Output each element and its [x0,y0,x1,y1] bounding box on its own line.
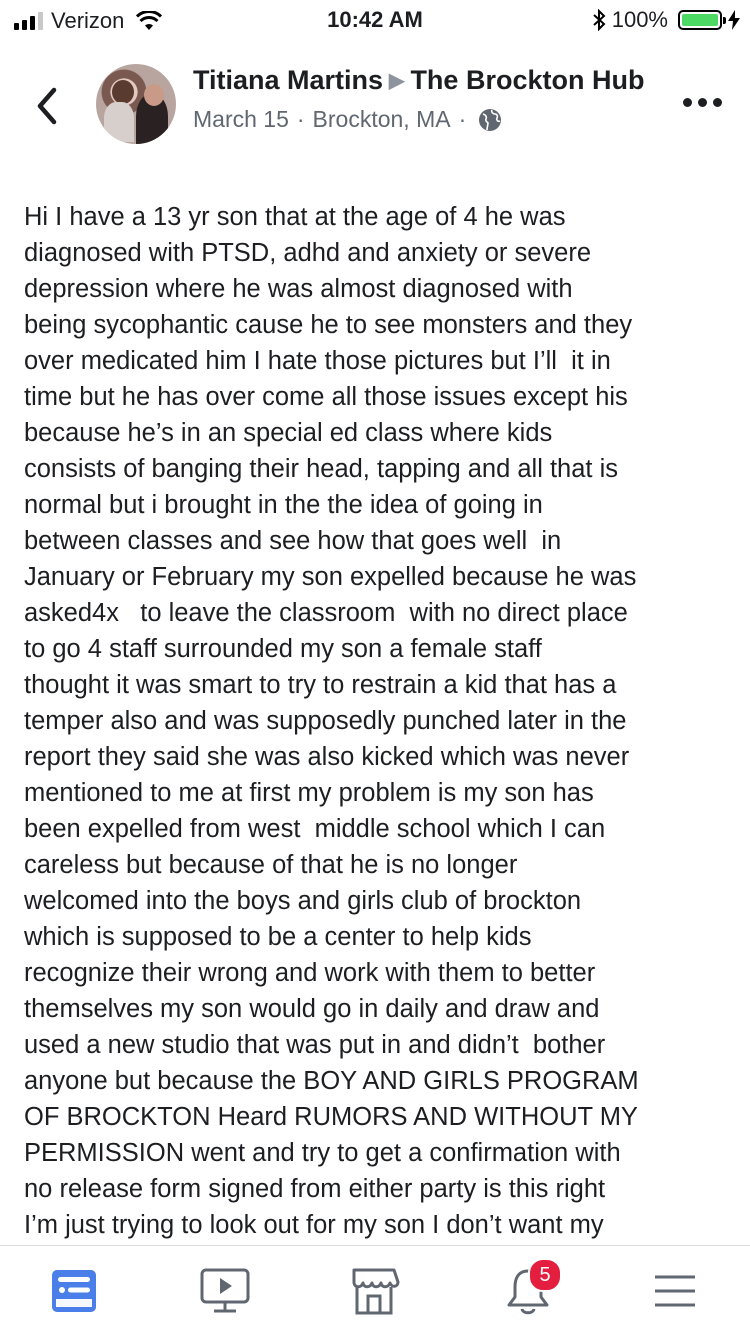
avatar[interactable] [96,64,176,144]
tab-watch[interactable] [195,1264,255,1318]
separator: · [296,106,305,132]
bottom-tab-bar: 5 [0,1245,750,1335]
battery-icon [678,10,726,30]
news-feed-icon [52,1270,96,1312]
battery-percent: 100% [611,7,668,32]
tab-menu[interactable] [645,1264,705,1318]
tab-news-feed[interactable] [44,1264,104,1318]
post-title: Titiana Martins ▶ The Brockton Hub [193,63,663,100]
notification-count-badge: 5 [528,1258,562,1292]
post-header: Titiana Martins ▶ The Brockton Hub March 1… [0,40,750,190]
separator: · [458,106,467,132]
status-right: 100% [592,7,740,33]
status-bar: Verizon 10:42 AM 100% [0,0,750,40]
marketplace-icon [352,1268,400,1315]
post-text: Hi I have a 13 yr son that at the age of… [24,203,639,1239]
charging-bolt-icon [728,10,740,30]
post-meta: March 15 · Brockton, MA · [193,106,663,133]
post-date[interactable]: March 15 [193,106,289,133]
watch-video-icon [200,1268,250,1313]
arrow-right-icon: ▶ [389,70,405,92]
author-name[interactable]: Titiana Martins [193,65,383,95]
more-options-button[interactable] [683,98,722,107]
post-title-block: Titiana Martins ▶ The Brockton Hub March 1… [193,63,663,133]
group-name[interactable]: The Brockton Hub [410,65,644,95]
back-button[interactable] [28,86,68,126]
post-location[interactable]: Brockton, MA [313,106,451,133]
bluetooth-icon [593,9,606,31]
globe-icon [479,108,502,131]
menu-icon [655,1275,695,1307]
tab-marketplace[interactable] [344,1264,404,1318]
tab-notifications[interactable]: 5 [498,1258,562,1318]
